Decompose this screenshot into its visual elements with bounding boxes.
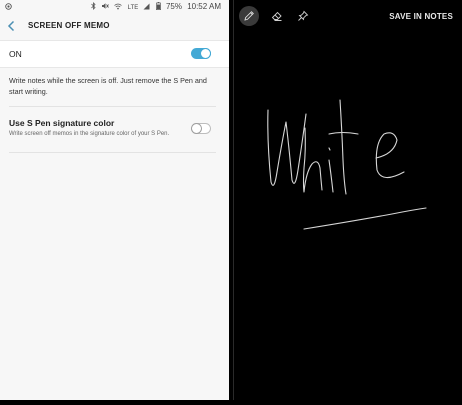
battery-icon [155, 2, 163, 11]
battery-percent: 75% [165, 2, 182, 11]
signature-color-toggle[interactable] [191, 123, 211, 134]
eraser-tool-button[interactable] [267, 6, 287, 26]
handwriting-stroke [303, 207, 427, 230]
handwriting-stroke [339, 99, 347, 195]
signal-icon [143, 2, 152, 11]
divider [9, 152, 216, 153]
wifi-icon [114, 2, 124, 11]
bluetooth-icon [91, 2, 98, 11]
pin-tool-button[interactable] [293, 6, 313, 26]
handwriting-stroke [328, 147, 331, 151]
mute-icon [101, 2, 111, 11]
settings-panel: LTE 75% 10:52 AM SCREEN OFF MEMO ON Writ… [0, 0, 229, 400]
pin-icon [298, 10, 309, 21]
page-title: SCREEN OFF MEMO [28, 21, 110, 30]
save-in-notes-button[interactable]: SAVE IN NOTES [389, 12, 453, 21]
toggle-knob [200, 48, 211, 59]
memo-panel: SAVE IN NOTES [233, 0, 462, 400]
handwriting-stroke [267, 109, 307, 186]
toggle-knob [191, 123, 202, 134]
clock: 10:52 AM [187, 2, 221, 11]
handwriting-drawing [267, 99, 427, 230]
master-switch-label: ON [9, 49, 22, 59]
pen-tool-button[interactable] [239, 6, 259, 26]
pen-icon [244, 11, 254, 21]
chevron-left-icon [7, 20, 15, 32]
signature-color-subtitle: Write screen off memos in the signature … [9, 131, 170, 137]
back-button[interactable] [5, 18, 19, 34]
drawing-canvas[interactable] [234, 32, 462, 400]
eraser-icon [271, 11, 282, 21]
handwriting-stroke [328, 159, 334, 193]
master-switch-toggle[interactable] [191, 48, 211, 59]
master-switch-row[interactable]: ON [0, 40, 229, 68]
feature-description: Write notes while the screen is off. Jus… [9, 76, 207, 96]
divider [9, 106, 216, 107]
handwriting-stroke [328, 131, 359, 135]
circle-icon [5, 2, 12, 11]
status-bar: LTE 75% 10:52 AM [0, 0, 229, 13]
handwriting-stroke [375, 132, 405, 179]
network-type: LTE [127, 5, 139, 11]
signature-color-title: Use S Pen signature color [9, 118, 115, 128]
app-bar: SCREEN OFF MEMO [0, 13, 229, 39]
handwriting-stroke [302, 127, 323, 193]
